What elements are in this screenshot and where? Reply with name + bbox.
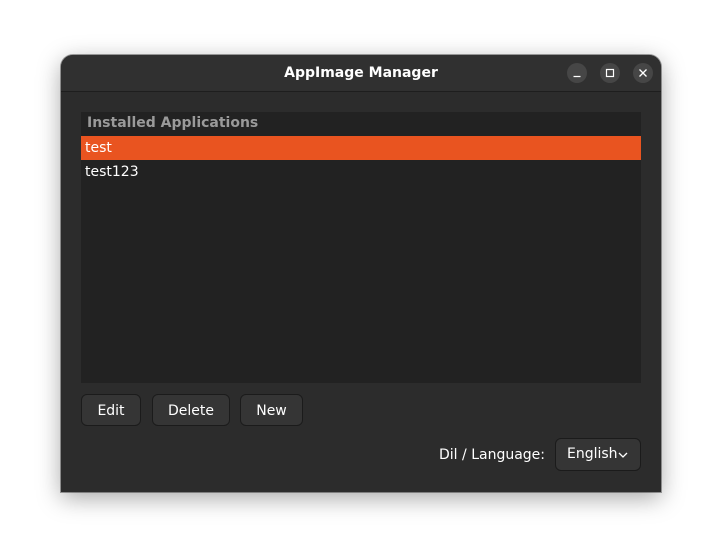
list-item[interactable]: test123	[81, 160, 641, 184]
language-dropdown-value: English	[567, 446, 618, 462]
minimize-button[interactable]	[567, 63, 587, 83]
list-header: Installed Applications	[87, 115, 259, 131]
close-icon	[639, 69, 647, 77]
list-item-label: test123	[85, 164, 139, 180]
chevron-down-icon	[618, 452, 628, 458]
edit-button[interactable]: Edit	[81, 394, 141, 426]
minimize-icon	[573, 75, 581, 78]
maximize-button[interactable]	[600, 63, 620, 83]
list-item[interactable]: test	[81, 136, 641, 160]
delete-button[interactable]: Delete	[152, 394, 230, 426]
language-dropdown[interactable]: English	[555, 438, 641, 471]
maximize-icon	[605, 68, 615, 78]
close-button[interactable]	[633, 63, 653, 83]
language-label: Dil / Language:	[439, 447, 545, 463]
app-window: AppImage Manager Installed Applications …	[61, 55, 661, 492]
titlebar[interactable]: AppImage Manager	[61, 55, 661, 92]
list-item-label: test	[85, 140, 112, 156]
installed-applications-list[interactable]: Installed Applications test test123	[81, 112, 641, 383]
new-button[interactable]: New	[240, 394, 303, 426]
